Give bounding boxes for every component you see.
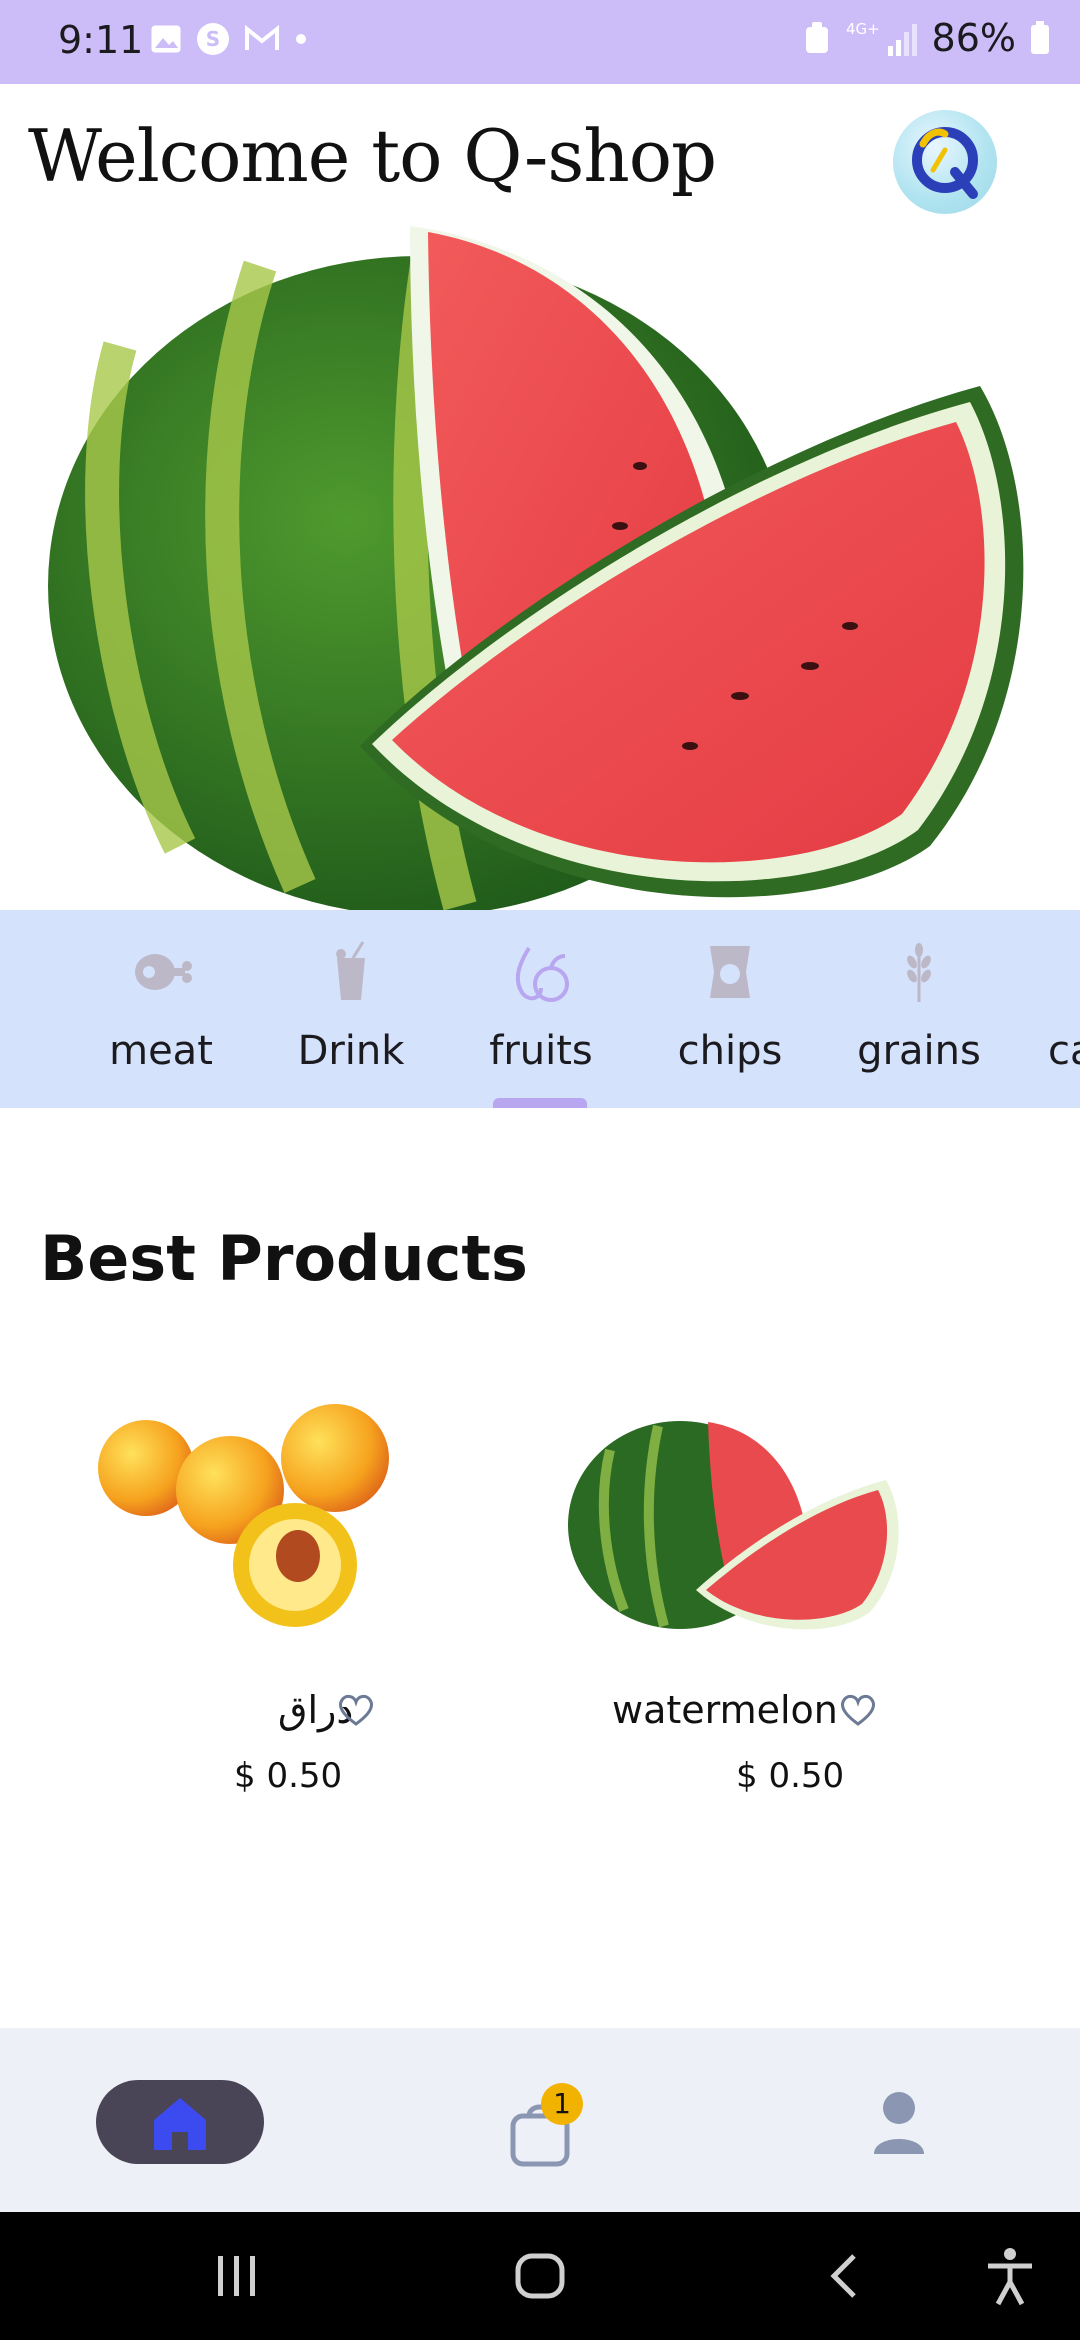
category-label: grains xyxy=(857,1028,981,1074)
category-label: Drink xyxy=(297,1028,405,1074)
fruits-icon xyxy=(515,946,569,1002)
app-header: Welcome to Q-shop xyxy=(0,84,1080,226)
grains-icon xyxy=(907,943,931,1002)
vpn-icon xyxy=(805,22,828,53)
category-tab-partial-left[interactable]: le xyxy=(0,910,60,1108)
4g-signal-icon: 4G+ xyxy=(846,20,917,56)
gmail-icon xyxy=(245,25,279,50)
network-type: 4G+ xyxy=(846,20,880,38)
category-tabs: le meat Drink fruits chip xyxy=(0,910,1080,1108)
category-tab-grains[interactable]: grains xyxy=(824,910,1014,1108)
watermelon-image xyxy=(568,1421,899,1630)
category-tab-chips[interactable]: chips xyxy=(635,910,825,1108)
meat-icon xyxy=(135,954,192,990)
category-label: meat xyxy=(109,1028,213,1074)
home-button-icon[interactable] xyxy=(514,2252,566,2300)
hero-banner[interactable] xyxy=(0,226,1080,910)
accessibility-icon[interactable] xyxy=(984,2246,1036,2306)
section-title: Best Products xyxy=(40,1222,528,1295)
favorite-heart-icon[interactable] xyxy=(838,1690,878,1730)
product-price: $ 0.50 xyxy=(234,1756,343,1796)
category-label: fruits xyxy=(489,1028,593,1074)
favorite-heart-icon[interactable] xyxy=(336,1690,376,1730)
category-label: ca xyxy=(1048,1028,1080,1074)
product-card-watermelon[interactable]: watermelon $ 0.50 xyxy=(540,1390,1040,1830)
back-icon[interactable] xyxy=(826,2252,860,2300)
battery-percent: 86% xyxy=(931,16,1016,60)
recent-apps-icon[interactable] xyxy=(212,2254,262,2298)
system-navigation-bar xyxy=(0,2212,1080,2340)
product-name: watermelon xyxy=(612,1688,838,1732)
svg-text:S: S xyxy=(206,27,220,51)
drink-icon xyxy=(336,941,365,1000)
category-tab-meat[interactable]: meat xyxy=(66,910,256,1108)
home-icon xyxy=(154,2098,206,2150)
profile-icon[interactable] xyxy=(870,2088,928,2158)
q-shop-logo-icon[interactable] xyxy=(893,110,997,214)
product-price: $ 0.50 xyxy=(736,1756,845,1796)
status-time: 9:11 xyxy=(58,18,144,62)
watermelon-hero-image xyxy=(48,226,1024,910)
peaches-image xyxy=(98,1404,389,1627)
category-tab-fruits[interactable]: fruits xyxy=(446,910,636,1108)
chips-icon xyxy=(710,946,750,998)
category-tab-partial-right[interactable]: ca xyxy=(1018,910,1080,1108)
dot-icon xyxy=(296,34,306,44)
category-label: le xyxy=(0,1028,60,1074)
category-label: chips xyxy=(677,1028,783,1074)
selected-tab-indicator xyxy=(493,1098,587,1108)
cart-badge: 1 xyxy=(541,2083,583,2125)
s-icon: S xyxy=(197,23,229,55)
category-tab-drink[interactable]: Drink xyxy=(256,910,446,1108)
gallery-icon xyxy=(151,25,181,53)
page-title: Welcome to Q-shop xyxy=(28,114,717,198)
status-bar: 9:11 S 4G+ 86% xyxy=(0,0,1080,84)
nav-home-button[interactable] xyxy=(96,2080,264,2164)
product-card-peach[interactable]: دراق $ 0.50 xyxy=(40,1390,540,1830)
battery-icon xyxy=(1031,21,1049,54)
bottom-navigation: 1 xyxy=(0,2028,1080,2212)
